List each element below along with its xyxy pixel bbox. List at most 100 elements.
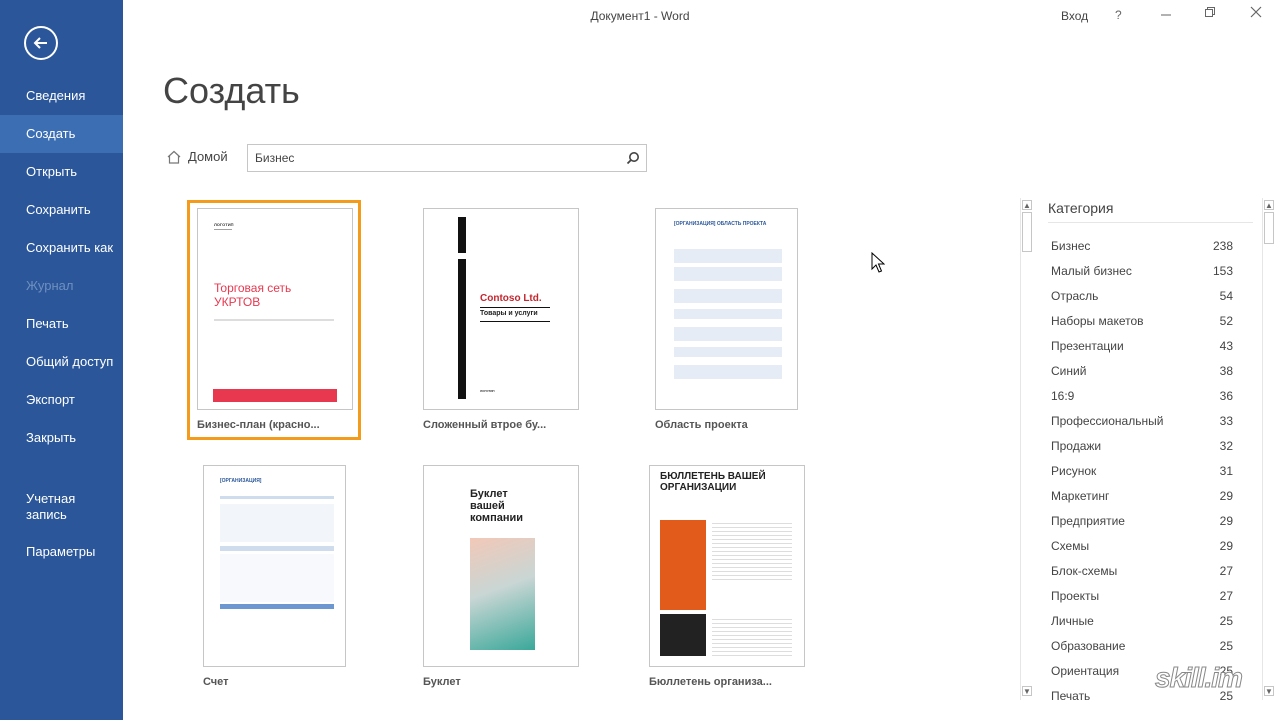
sign-in-link[interactable]: Вход (1061, 9, 1088, 23)
help-button[interactable]: ? (1115, 8, 1122, 22)
category-item[interactable]: Личные 25 (1051, 614, 1233, 639)
home-icon (167, 150, 181, 164)
category-name: Профессиональный (1051, 414, 1164, 428)
category-name: Наборы макетов (1051, 314, 1144, 328)
category-name: Схемы (1051, 539, 1090, 553)
category-name: 16:9 (1051, 389, 1075, 403)
category-name: Отрасль (1051, 289, 1099, 303)
category-name: Предприятие (1051, 514, 1125, 528)
category-count: 29 (1219, 514, 1233, 528)
thumb-caption: ▬▬▬▬▬▬ (214, 227, 232, 231)
nav-open[interactable]: Открыть (0, 153, 123, 191)
home-link[interactable]: Домой (166, 149, 228, 164)
category-item[interactable]: Рисунок 31 (1051, 464, 1233, 489)
category-count: 54 (1219, 289, 1233, 303)
category-name: Блок-схемы (1051, 564, 1118, 578)
category-count: 29 (1219, 539, 1233, 553)
category-item[interactable]: 16:9 36 (1051, 389, 1233, 414)
category-divider (1048, 222, 1253, 223)
nav-print[interactable]: Печать (0, 305, 123, 343)
category-name: Личные (1051, 614, 1094, 628)
search-icon (626, 152, 639, 165)
category-count: 153 (1212, 264, 1233, 278)
template-thumbnail: [ОРГАНИЗАЦИЯ] ОБЛАСТЬ ПРОЕКТА (655, 208, 798, 410)
nav-export[interactable]: Экспорт (0, 381, 123, 419)
thumb-photo (660, 614, 706, 656)
nav-info[interactable]: Сведения (0, 77, 123, 115)
category-count: 29 (1219, 489, 1233, 503)
category-item[interactable]: Малый бизнес 153 (1051, 264, 1233, 289)
nav-close[interactable]: Закрыть (0, 419, 123, 457)
nav-save[interactable]: Сохранить (0, 191, 123, 229)
categories-scrollbar[interactable]: ▲ ▼ (1262, 198, 1275, 700)
category-item[interactable]: Предприятие 29 (1051, 514, 1233, 539)
thumb-text-line (214, 319, 334, 321)
category-name: Проекты (1051, 589, 1100, 603)
scroll-up-arrow-icon[interactable]: ▲ (1022, 200, 1032, 210)
category-item[interactable]: Презентации 43 (1051, 339, 1233, 364)
watermark-logo: skill.im (1155, 662, 1244, 694)
thumb-block (220, 554, 334, 602)
category-name: Ориентация (1051, 664, 1120, 678)
category-name: Презентации (1051, 339, 1124, 353)
scrollbar-thumb[interactable] (1022, 212, 1032, 252)
template-search-input[interactable] (248, 145, 622, 171)
back-button[interactable] (24, 26, 58, 60)
scroll-up-arrow-icon[interactable]: ▲ (1264, 200, 1274, 210)
category-item[interactable]: Образование 25 (1051, 639, 1233, 664)
category-name: Образование (1051, 639, 1126, 653)
thumb-rule (480, 321, 550, 322)
template-thumbnail: ▬▬▬▬▬▬ ЛОГОТИП Торговая сеть УКРТОВ (197, 208, 353, 410)
thumb-block (674, 365, 782, 379)
nav-save-as[interactable]: Сохранить как (0, 229, 123, 267)
category-item[interactable]: Блок-схемы 27 (1051, 564, 1233, 589)
nav-share[interactable]: Общий доступ (0, 343, 123, 381)
thumb-photo (470, 538, 535, 650)
thumb-block (674, 249, 782, 263)
category-item[interactable]: Схемы 29 (1051, 539, 1233, 564)
category-count: 52 (1219, 314, 1233, 328)
scrollbar-thumb[interactable] (1264, 212, 1274, 244)
thumb-orange-block (660, 520, 706, 610)
category-item[interactable]: Наборы макетов 52 (1051, 314, 1233, 339)
thumb-block (674, 347, 782, 357)
category-item[interactable]: Отрасль 54 (1051, 289, 1233, 314)
thumb-title: [ОРГАНИЗАЦИЯ] (220, 478, 262, 484)
nav-new[interactable]: Создать (0, 115, 123, 153)
category-item[interactable]: Бизнес 238 (1051, 239, 1233, 264)
template-label: Буклет (423, 676, 461, 688)
close-icon (1250, 6, 1262, 18)
thumb-text-lines (712, 616, 792, 656)
thumb-block (674, 289, 782, 303)
category-name: Малый бизнес (1051, 264, 1132, 278)
thumb-block (220, 496, 334, 499)
restore-button[interactable] (1204, 6, 1216, 21)
nav-account[interactable]: Учетная запись (0, 489, 110, 527)
scroll-down-arrow-icon[interactable]: ▼ (1022, 686, 1032, 696)
search-button[interactable] (620, 145, 646, 171)
home-label: Домой (188, 149, 228, 164)
category-name: Бизнес (1051, 239, 1091, 253)
category-item[interactable]: Профессиональный 33 (1051, 414, 1233, 439)
thumb-footer-band (213, 389, 337, 402)
thumb-subtitle: Товары и услуги (480, 310, 538, 317)
thumb-logo: ЛОГОТИП (214, 222, 234, 227)
category-item[interactable]: Синий 38 (1051, 364, 1233, 389)
category-count: 27 (1219, 589, 1233, 603)
category-count: 27 (1219, 564, 1233, 578)
scroll-down-arrow-icon[interactable]: ▼ (1264, 686, 1274, 696)
thumb-dark-bar (458, 259, 466, 399)
minimize-button[interactable] (1160, 6, 1172, 21)
templates-scrollbar[interactable]: ▲ ▼ (1020, 198, 1033, 700)
category-item[interactable]: Продажи 32 (1051, 439, 1233, 464)
nav-options[interactable]: Параметры (0, 533, 123, 571)
thumb-block (674, 327, 782, 341)
category-item[interactable]: Маркетинг 29 (1051, 489, 1233, 514)
thumb-title: Буклет вашей компании (470, 488, 524, 524)
thumb-text-lines (712, 520, 792, 580)
category-item[interactable]: Проекты 27 (1051, 589, 1233, 614)
minimize-icon (1161, 14, 1171, 16)
close-window-button[interactable] (1250, 6, 1262, 21)
thumb-title: Торговая сеть УКРТОВ (214, 281, 292, 309)
thumb-title: БЮЛЛЕТЕНЬ ВАШЕЙ ОРГАНИЗАЦИИ (660, 471, 766, 493)
